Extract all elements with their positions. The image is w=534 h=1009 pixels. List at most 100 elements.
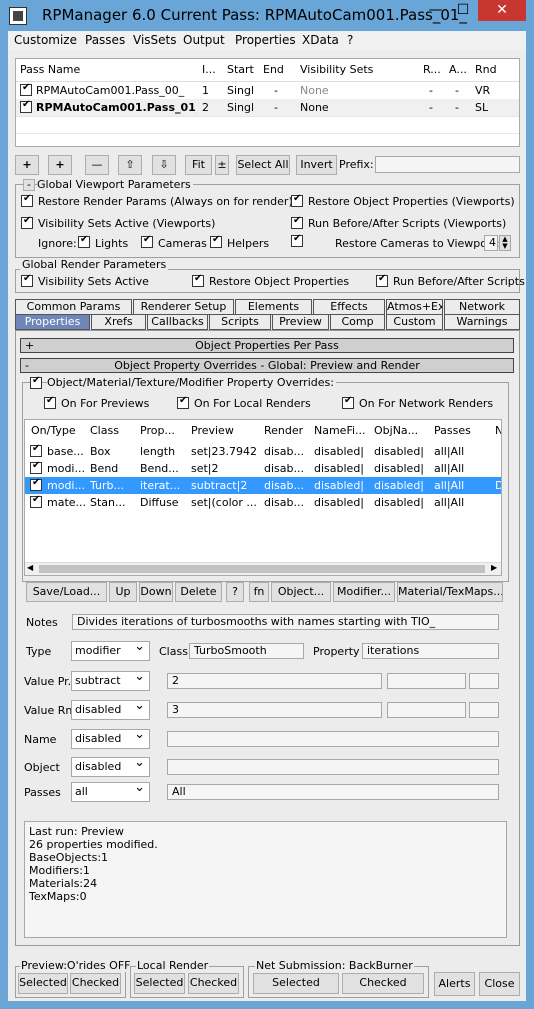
overrides-enable-checkbox[interactable] <box>30 375 42 389</box>
horizontal-scrollbar[interactable]: ◀ ▶ <box>25 562 501 575</box>
value-render-select[interactable]: disabled <box>71 697 150 720</box>
scroll-right-icon[interactable]: ▶ <box>491 563 497 572</box>
col-class[interactable]: Class <box>90 420 119 442</box>
rollout-overrides[interactable]: - Object Property Overrides - Global: Pr… <box>20 358 514 373</box>
prefix-input[interactable] <box>375 156 520 173</box>
type-select[interactable]: modifier <box>71 638 150 661</box>
col-n[interactable]: N <box>495 420 501 442</box>
help-button[interactable]: ? <box>226 582 244 602</box>
class-input[interactable]: TurboSmooth <box>189 643 304 659</box>
value-preview-input[interactable]: 2 <box>167 673 382 689</box>
net-checked-button[interactable]: Checked <box>342 973 424 994</box>
tab-common-params[interactable]: Common Params <box>15 299 132 315</box>
property-input[interactable]: iterations <box>362 643 499 659</box>
table-row[interactable]: RPMAutoCam001.Pass_01_ 2 Singl - None - … <box>16 99 519 116</box>
restore-object-render-checkbox[interactable] <box>192 273 204 287</box>
col-visibility-sets[interactable]: Visibility Sets <box>300 59 373 81</box>
object-button[interactable]: Object... <box>271 582 331 602</box>
col-start[interactable]: Start <box>227 59 254 81</box>
object-input[interactable] <box>167 759 499 775</box>
table-row[interactable]: modi... Bend Bend... set|2 disab... disabled|… <box>25 460 501 477</box>
on-local-checkbox[interactable] <box>177 395 189 409</box>
tab-effects[interactable]: Effects <box>313 299 385 315</box>
value-render-input[interactable]: 3 <box>167 702 382 718</box>
menu-customize[interactable]: Customize <box>14 33 77 47</box>
tab-callbacks[interactable]: Callbacks <box>147 314 208 330</box>
plus-minus-button[interactable]: ± <box>215 155 229 175</box>
col-index[interactable]: I... <box>202 59 216 81</box>
minimize-button[interactable]: — <box>422 0 449 21</box>
notes-input[interactable]: Divides iterations of turbosmooths with … <box>72 614 499 630</box>
override-checkbox[interactable] <box>30 477 42 491</box>
tab-comp[interactable]: Comp <box>330 314 385 330</box>
value-preview-extra-2[interactable] <box>469 673 499 689</box>
viewport-collapse-button[interactable]: - <box>23 179 35 191</box>
modifier-button[interactable]: Modifier... <box>333 582 395 602</box>
close-button[interactable]: Close <box>479 972 520 996</box>
override-checkbox[interactable] <box>30 460 42 474</box>
tab-atmos-exp[interactable]: Atmos+Exp <box>386 299 443 315</box>
pass-checkbox[interactable] <box>20 99 32 113</box>
override-checkbox[interactable] <box>30 443 42 457</box>
scroll-left-icon[interactable]: ◀ <box>27 563 33 572</box>
col-prop[interactable]: Prop... <box>140 420 175 442</box>
name-input[interactable] <box>167 731 499 747</box>
tab-elements[interactable]: Elements <box>235 299 312 315</box>
on-previews-checkbox[interactable] <box>44 395 56 409</box>
save-load-button[interactable]: Save/Load... <box>26 582 107 602</box>
spinner-arrows-icon[interactable]: ▲ ▼ <box>499 235 511 251</box>
net-selected-button[interactable]: Selected <box>253 973 339 994</box>
ignore-lights-checkbox[interactable] <box>78 234 90 248</box>
tab-xrefs[interactable]: Xrefs <box>91 314 146 330</box>
rollout-per-pass[interactable]: + Object Properties Per Pass <box>20 338 514 353</box>
tab-custom[interactable]: Custom <box>386 314 443 330</box>
name-select[interactable]: disabled <box>71 726 150 749</box>
run-scripts-render-checkbox[interactable] <box>376 273 388 287</box>
col-r[interactable]: R... <box>423 59 441 81</box>
col-end[interactable]: End <box>263 59 284 81</box>
table-row[interactable]: modi... Turb... iterat... subtract|2 disab..… <box>25 477 501 494</box>
override-checkbox[interactable] <box>30 494 42 508</box>
value-render-extra-2[interactable] <box>469 702 499 718</box>
col-preview[interactable]: Preview <box>191 420 234 442</box>
ignore-cameras-checkbox[interactable] <box>141 234 153 248</box>
table-row[interactable]: base... Box length set|23.7942 disab... disab… <box>25 443 501 460</box>
fit-button[interactable]: Fit <box>185 155 212 175</box>
menu-passes[interactable]: Passes <box>85 33 125 47</box>
select-all-button[interactable]: Select All <box>236 155 290 175</box>
restore-render-checkbox[interactable] <box>21 193 33 207</box>
alerts-button[interactable]: Alerts <box>434 972 475 996</box>
fn-button[interactable]: fn <box>249 582 269 602</box>
vis-sets-render-checkbox[interactable] <box>21 273 33 287</box>
col-rnd[interactable]: Rnd <box>475 59 497 81</box>
local-checked-button[interactable]: Checked <box>188 973 239 994</box>
value-preview-select[interactable]: subtract <box>71 668 150 691</box>
table-row[interactable]: RPMAutoCam001.Pass_00_ 1 Singl - None - … <box>16 82 519 99</box>
menu-vissets[interactable]: VisSets <box>133 33 177 47</box>
col-name-filter[interactable]: NameFi... <box>314 420 366 442</box>
restore-object-viewport-checkbox[interactable] <box>291 193 303 207</box>
menu-properties[interactable]: Properties <box>235 33 296 47</box>
remove-pass-button[interactable]: — <box>85 155 109 175</box>
vis-sets-viewport-checkbox[interactable] <box>21 215 33 229</box>
tab-warnings[interactable]: Warnings <box>444 314 520 330</box>
move-down-button[interactable]: ⇩ <box>152 155 176 175</box>
col-a[interactable]: A... <box>449 59 467 81</box>
menu-help[interactable]: ? <box>347 33 353 47</box>
local-selected-button[interactable]: Selected <box>134 973 185 994</box>
tab-network[interactable]: Network <box>444 299 520 315</box>
col-on-type[interactable]: On/Type <box>31 420 76 442</box>
material-texmaps-button[interactable]: Material/TexMaps... <box>397 582 503 602</box>
col-obj-name[interactable]: ObjNa... <box>374 420 418 442</box>
scrollbar-thumb[interactable] <box>39 565 485 573</box>
maximize-button[interactable]: ☐ <box>450 0 476 21</box>
table-row[interactable]: mate...Stan... Diffuse set|(color ... disab… <box>25 494 501 511</box>
tab-renderer-setup[interactable]: Renderer Setup <box>133 299 234 315</box>
add-pass-copy-button[interactable]: + <box>48 155 72 175</box>
value-preview-extra-1[interactable] <box>387 673 466 689</box>
tab-scripts[interactable]: Scripts <box>209 314 271 330</box>
restore-cameras-spinner[interactable]: 4 <box>484 235 498 251</box>
run-scripts-viewport-checkbox[interactable] <box>291 215 303 229</box>
move-up-button[interactable]: ⇧ <box>118 155 142 175</box>
col-passes[interactable]: Passes <box>434 420 471 442</box>
